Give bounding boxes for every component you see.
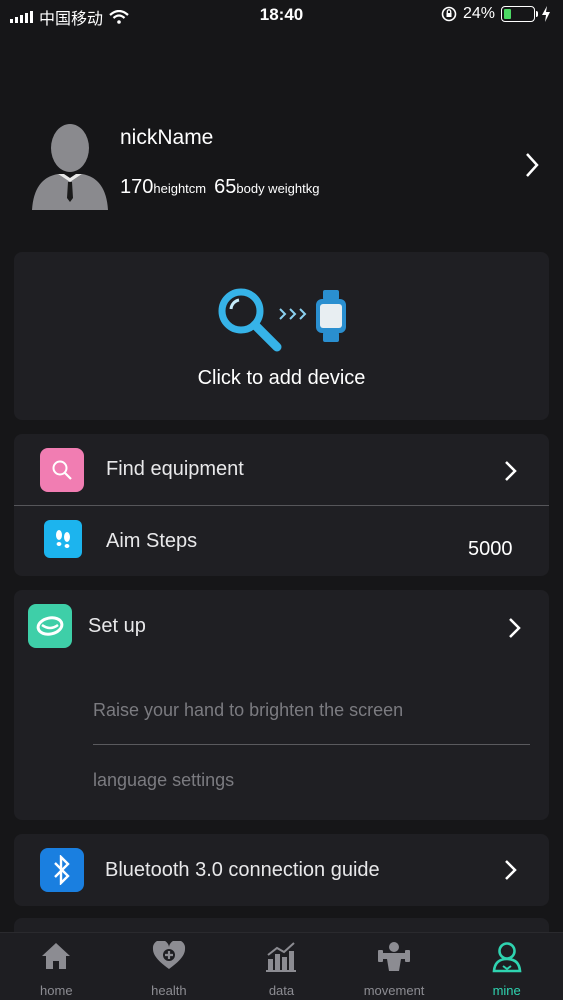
find-equipment-icon	[40, 448, 84, 492]
orientation-lock-icon	[441, 6, 457, 22]
setup-icon	[28, 604, 72, 648]
bluetooth-guide-label: Bluetooth 3.0 connection guide	[105, 859, 380, 881]
band-icon	[36, 616, 64, 636]
chevron-right-icon[interactable]	[524, 152, 540, 178]
footprints-icon	[56, 530, 70, 548]
setting-divider	[93, 744, 530, 745]
chevron-right-icon[interactable]	[504, 460, 518, 482]
heart-plus-icon	[152, 941, 185, 969]
tab-movement-label: movement	[363, 983, 425, 998]
home-icon	[42, 943, 71, 969]
height-unit: heightcm	[153, 181, 207, 196]
battery-percent: 24%	[462, 5, 495, 22]
search-icon	[218, 288, 282, 352]
add-device-label: Click to add device	[197, 367, 366, 389]
bluetooth-icon	[40, 848, 84, 892]
dumbbell-icon	[378, 942, 411, 971]
aim-steps-row[interactable]: Aim Steps 5000	[14, 506, 549, 576]
height-value: 170	[120, 176, 154, 198]
tab-mine[interactable]: mine	[450, 933, 563, 1000]
arrows-icon	[279, 308, 307, 320]
status-bar: 中国移动 18:40 24%	[0, 0, 563, 30]
avatar[interactable]	[30, 120, 110, 210]
watch-icon	[316, 290, 346, 342]
body-metrics: 170 heightcm 65 body weightkg	[120, 176, 328, 199]
weight-unit: body weightkg	[236, 181, 320, 196]
profile-header[interactable]: nickName 170 heightcm 65 body weightkg	[0, 110, 563, 220]
setup-row[interactable]: Set up	[14, 590, 549, 662]
search-icon	[52, 460, 72, 480]
tab-health[interactable]: health	[113, 933, 226, 1000]
find-equipment-label: Find equipment	[106, 458, 244, 480]
find-equipment-row[interactable]: Find equipment	[14, 434, 549, 505]
tab-mine-label: mine	[492, 983, 521, 998]
aim-steps-label: Aim Steps	[106, 530, 198, 552]
nickname: nickName	[120, 126, 214, 149]
chevron-right-icon[interactable]	[504, 859, 518, 881]
setup-label: Set up	[88, 615, 146, 637]
add-device-card[interactable]: Click to add device	[14, 252, 549, 420]
aim-steps-icon	[44, 520, 82, 558]
aim-steps-value[interactable]: 5000	[468, 538, 513, 561]
bluetooth-guide-row[interactable]: Bluetooth 3.0 connection guide	[14, 834, 549, 906]
battery-icon	[501, 6, 538, 22]
weight-value: 65	[214, 176, 237, 198]
bluetooth-symbol-icon	[54, 855, 70, 885]
language-setting[interactable]: language settings	[93, 770, 234, 791]
tab-bar: home health data movement mine	[0, 932, 563, 1000]
charging-icon	[542, 6, 550, 22]
tab-home[interactable]: home	[0, 933, 113, 1000]
tab-data[interactable]: data	[225, 933, 338, 1000]
tab-movement[interactable]: movement	[338, 933, 451, 1000]
chart-icon	[266, 942, 297, 972]
mine-page: 中国移动 18:40 24% nickName 170 heightcm 65 …	[0, 0, 563, 1000]
tab-health-label: health	[151, 983, 187, 998]
tab-data-label: data	[268, 983, 295, 998]
setup-card: Set up Raise your hand to brighten the s…	[14, 590, 549, 820]
user-icon	[492, 942, 522, 973]
device-card: Find equipment Aim Steps 5000	[14, 434, 549, 576]
chevron-right-icon[interactable]	[508, 617, 522, 639]
tab-home-label: home	[40, 983, 73, 998]
raise-hand-setting[interactable]: Raise your hand to brighten the screen	[93, 700, 403, 721]
